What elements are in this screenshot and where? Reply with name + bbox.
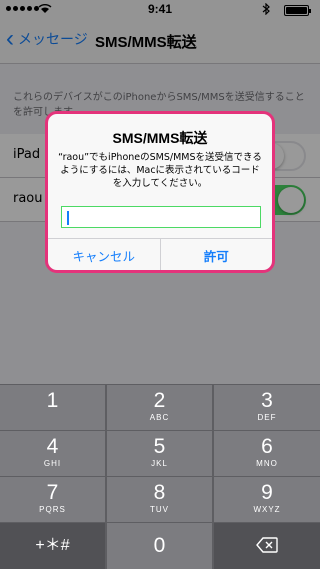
key-9[interactable]: 9 WXYZ — [214, 477, 320, 522]
alert-title: SMS/MMS転送 — [112, 130, 208, 146]
code-entry-alert: SMS/MMS転送 “raou”でもiPhoneのSMS/MMSを送受信できるよ… — [45, 111, 275, 273]
key-number: 3 — [261, 389, 273, 412]
key-letters: TUV — [150, 505, 169, 514]
key-number: 5 — [153, 435, 166, 458]
key-8[interactable]: 8 TUV — [107, 477, 212, 522]
key-number: 9 — [261, 481, 273, 504]
delete-key[interactable] — [214, 523, 320, 569]
symbols-key[interactable]: +＊# — [0, 523, 105, 569]
key-letters: WXYZ — [253, 505, 281, 514]
key-letters: ABC — [149, 413, 170, 422]
key-number: 8 — [153, 481, 166, 504]
key-1[interactable]: 1 — [0, 385, 105, 430]
key-0[interactable]: 0 — [107, 523, 212, 569]
delete-backspace-icon — [256, 537, 278, 553]
key-4[interactable]: 4 GHI — [0, 431, 105, 476]
key-number: 6 — [261, 435, 273, 458]
text-caret — [67, 211, 69, 225]
key-number: 7 — [46, 481, 59, 504]
cancel-button[interactable]: キャンセル — [48, 239, 160, 270]
key-letters: GHI — [43, 459, 62, 468]
key-number: 2 — [153, 389, 166, 412]
numeric-keypad: 1 2 ABC 3 DEF 4 GHI 5 JKL 6 MNO 7 PQRS 8… — [0, 384, 320, 569]
key-letters: JKL — [151, 459, 168, 468]
key-number: 4 — [46, 435, 59, 458]
key-letters: DEF — [257, 413, 277, 422]
key-7[interactable]: 7 PQRS — [0, 477, 105, 522]
key-2[interactable]: 2 ABC — [107, 385, 212, 430]
key-5[interactable]: 5 JKL — [107, 431, 212, 476]
key-3[interactable]: 3 DEF — [214, 385, 320, 430]
key-number: 1 — [46, 389, 59, 412]
code-input[interactable] — [61, 206, 261, 228]
symbols-label: +＊# — [35, 537, 70, 554]
alert-message: “raou”でもiPhoneのSMS/MMSを送受信できるようにするには、Mac… — [58, 152, 262, 189]
key-6[interactable]: 6 MNO — [214, 431, 320, 476]
key-letters: PQRS — [39, 505, 66, 514]
allow-button[interactable]: 許可 — [159, 239, 273, 270]
key-number: 0 — [153, 534, 166, 557]
alert-buttons: キャンセル 許可 — [48, 238, 273, 270]
key-letters: MNO — [256, 459, 278, 468]
